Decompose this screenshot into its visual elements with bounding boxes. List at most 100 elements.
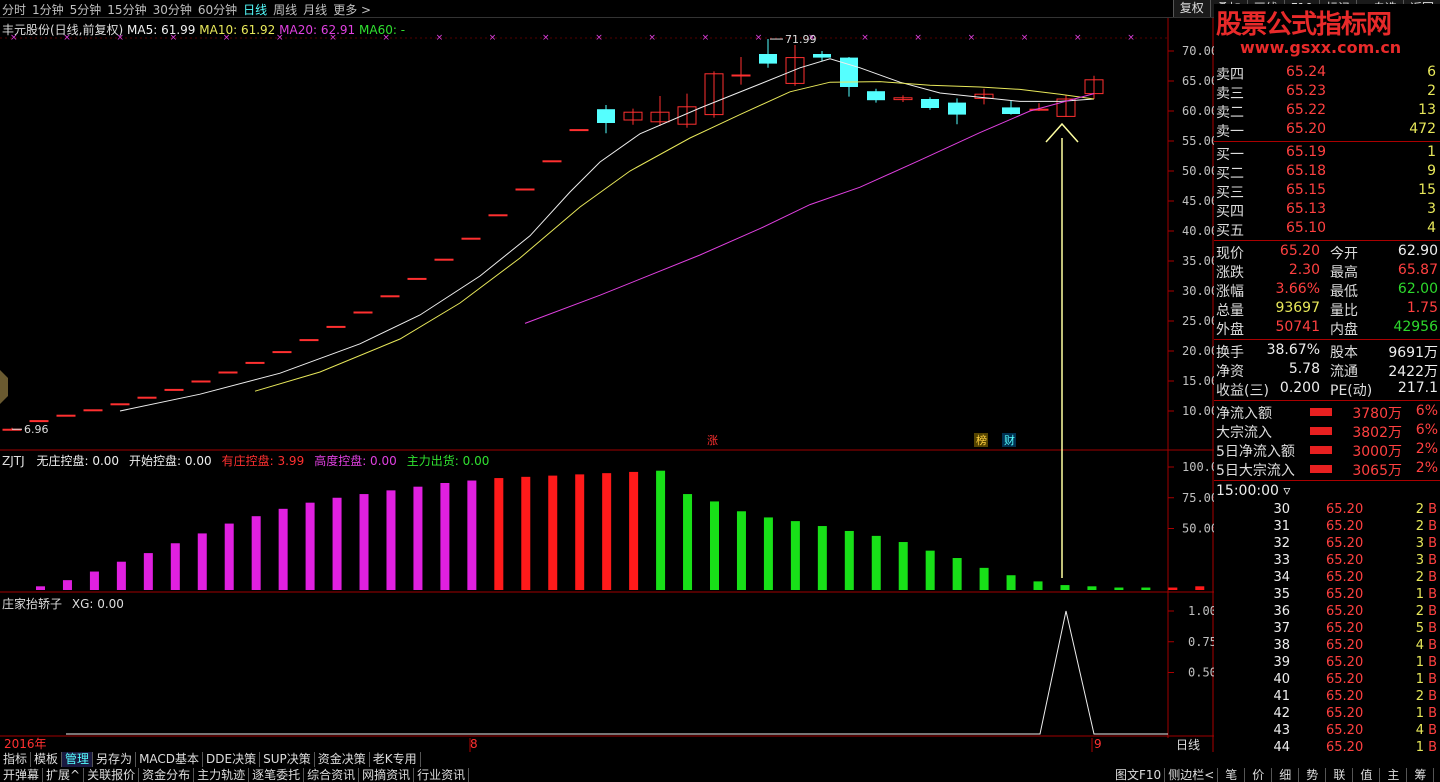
candle-body-up [407, 277, 427, 280]
bottom-tab-8[interactable]: 老K专用 [370, 752, 421, 767]
side-tab-7[interactable]: 筹 [1407, 768, 1435, 782]
sell-price: 65.23 [1286, 83, 1327, 99]
buy-volume: 15 [1418, 182, 1436, 198]
marker-x: × [755, 33, 763, 43]
ind1-bar [656, 470, 666, 590]
bottom-tab-1[interactable]: 模板 [31, 752, 63, 767]
period-tab-8[interactable]: 月线 [303, 1, 327, 18]
tick-side: B [1428, 587, 1437, 602]
ind1-bar [413, 486, 423, 590]
ind1-label-0: 无庄控盘: 0.00 [36, 454, 120, 468]
candle-body-up [731, 74, 751, 77]
tick-side: B [1428, 621, 1437, 636]
side-tab-1[interactable]: 价 [1245, 768, 1273, 782]
side-tab-4[interactable]: 联 [1326, 768, 1354, 782]
ma10-label: MA10: 61.92 [199, 23, 276, 37]
toolbar-button-0[interactable]: 复权 [1172, 0, 1210, 17]
bottom-tab-4[interactable]: MACD基本 [136, 752, 204, 767]
bottom-tab-0[interactable]: 指标 [0, 752, 32, 767]
side-tab-0[interactable]: 笔 [1218, 768, 1246, 782]
ind1-bar [817, 526, 827, 590]
bottom-tab-3[interactable]: 另存为 [93, 752, 137, 767]
period-tab-3[interactable]: 15分钟 [107, 1, 146, 18]
period-tabs: 分时 1分钟 5分钟 15分钟 30分钟 60分钟 日线 周线 月线 更多 > [2, 1, 371, 18]
period-tab-4[interactable]: 30分钟 [153, 1, 192, 18]
info-tab-0[interactable]: 开弹幕 [0, 768, 44, 782]
buy-price: 65.13 [1286, 201, 1327, 217]
price-tick-label: 40.00 [1182, 224, 1214, 238]
sell-volume: 472 [1409, 121, 1436, 137]
x-label-year: 2016年 [4, 737, 47, 751]
info-tab-6[interactable]: 综合资讯 [304, 768, 360, 782]
stat-label: PE(动) [1330, 383, 1373, 399]
tick-minute: 31 [1273, 519, 1290, 534]
price-tick-label: 25.00 [1182, 314, 1214, 328]
bottom-tab-6[interactable]: SUP决策 [260, 752, 315, 767]
info-tab-2[interactable]: 关联报价 [84, 768, 140, 782]
info-tab-7[interactable]: 网摘资讯 [359, 768, 415, 782]
side-tab-5[interactable]: 值 [1353, 768, 1381, 782]
marker-x: × [968, 33, 976, 43]
period-tab-1[interactable]: 1分钟 [32, 1, 64, 18]
panel-row: 34 65.20 2 B [1214, 570, 1440, 587]
bottom-tab-2[interactable]: 管理 [62, 752, 94, 767]
period-tab-6[interactable]: 日线 [243, 1, 267, 18]
ind1-bar [1141, 587, 1151, 590]
buy-label: 买一 [1216, 147, 1244, 163]
chart-area[interactable]: 70.00 65.00 60.00 55.00 50.00 45.00 40.00 35.00… [0, 18, 1214, 752]
side-tab-2[interactable]: 细 [1272, 768, 1300, 782]
side-button-0[interactable]: 图文F10 [1112, 768, 1166, 782]
buy-label: 买四 [1216, 204, 1244, 220]
side-tab-3[interactable]: 势 [1299, 768, 1327, 782]
quote-label: 涨跌 [1216, 265, 1244, 281]
ind2-legend: 庄家抬轿子 XG: 0.00 [2, 595, 124, 612]
side-tab-6[interactable]: 主 [1380, 768, 1408, 782]
info-tab-1[interactable]: 扩展^ [43, 768, 85, 782]
period-tab-9[interactable]: 更多 > [333, 1, 371, 18]
period-label: 日线 [1176, 738, 1200, 752]
tick-price: 65.20 [1326, 604, 1364, 619]
info-tab-4[interactable]: 主力轨迹 [194, 768, 250, 782]
tick-minute: 42 [1273, 706, 1290, 721]
panel-row: 39 65.20 1 B [1214, 655, 1440, 672]
ind2-name: 庄家抬轿子 [2, 597, 63, 611]
period-tab-2[interactable]: 5分钟 [70, 1, 102, 18]
ind1-bar [89, 571, 99, 590]
ind1-bar [683, 494, 693, 590]
quote-label: 今开 [1330, 246, 1358, 262]
sell-label: 卖四 [1216, 67, 1244, 83]
info-tab-8[interactable]: 行业资讯 [414, 768, 470, 782]
tick-minute: 30 [1273, 502, 1290, 517]
info-tab-3[interactable]: 资金分布 [139, 768, 195, 782]
price-tick-label: 70.00 [1182, 44, 1214, 58]
flow-label: 5日大宗流入 [1216, 463, 1295, 479]
quote-panel: 卖四 65.24 6 卖三 65.23 2 卖二 65.22 13 卖一 65.20 472 买一 65.… [1214, 62, 1440, 782]
price-tick-label: 30.00 [1182, 284, 1214, 298]
ind1-bar [305, 502, 315, 590]
panel-row: 换手 38.67% 股本 9691万 [1214, 342, 1440, 361]
ind1-label-1: 开始控盘: 0.00 [129, 454, 212, 468]
tick-minute: 36 [1273, 604, 1290, 619]
candle-body-down [948, 102, 966, 115]
ind1-bar [710, 501, 719, 590]
panel-separator [1214, 339, 1440, 340]
period-tab-5[interactable]: 60分钟 [198, 1, 237, 18]
tick-side: B [1428, 553, 1437, 568]
period-tab-0[interactable]: 分时 [2, 1, 26, 18]
side-button-1[interactable]: 侧边栏< [1165, 768, 1219, 782]
info-tab-5[interactable]: 逐笔委托 [249, 768, 305, 782]
high-price-label: 71.99 [785, 33, 817, 46]
ma20-line [524, 93, 1095, 324]
ind1-bar [979, 567, 989, 590]
candle-body-up [56, 414, 76, 417]
sell-price: 65.20 [1286, 121, 1327, 137]
period-tab-7[interactable]: 周线 [273, 1, 297, 18]
bottom-tab-5[interactable]: DDE决策 [203, 752, 261, 767]
bottom-tab-7[interactable]: 资金决策 [315, 752, 370, 767]
x-label-sep: 9 [1094, 737, 1102, 751]
ind1-bar [1087, 586, 1097, 590]
tick-minute: 32 [1273, 536, 1290, 551]
tick-side: B [1428, 689, 1437, 704]
price-tick-label: 10.00 [1182, 404, 1214, 418]
ind1-bar [143, 553, 153, 590]
